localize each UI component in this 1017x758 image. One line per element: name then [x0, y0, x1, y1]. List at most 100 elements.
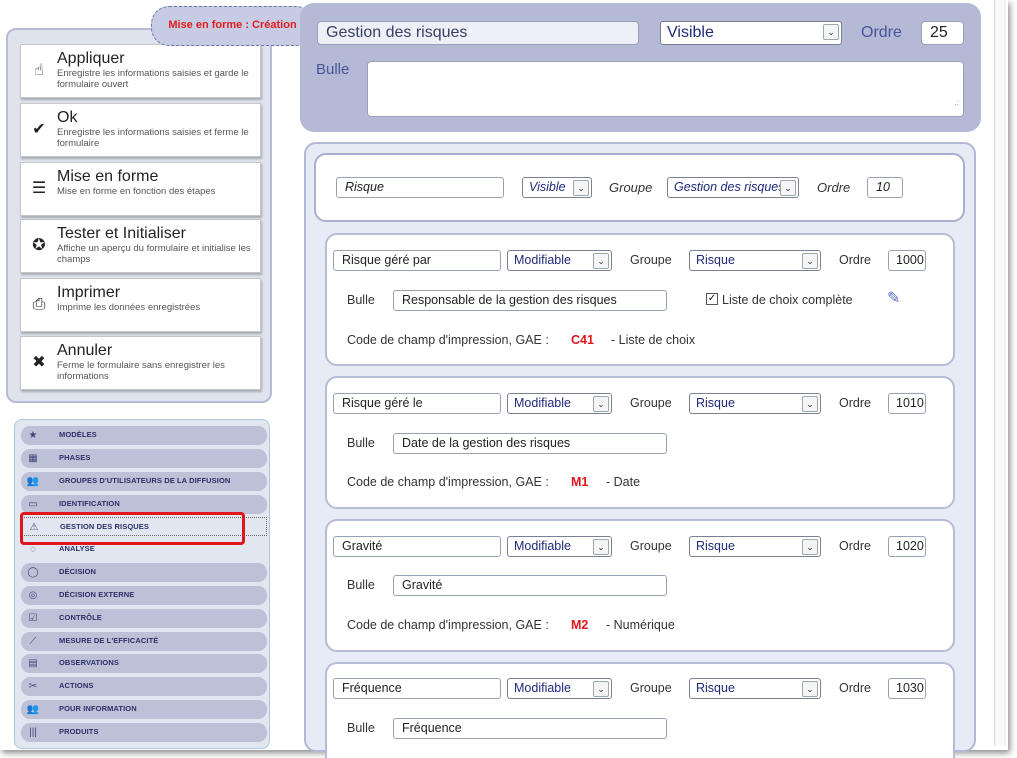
chevron-down-icon[interactable]: ⌄	[573, 180, 589, 196]
field-mode-select[interactable]: Modifiable ⌄	[507, 678, 612, 699]
nav-item-efficiency[interactable]: ⟋ Mesure de l'efficacité	[21, 632, 267, 651]
nav-item-models[interactable]: ★ Modèles	[21, 426, 267, 445]
field-bubble-input[interactable]: Gravité	[393, 575, 667, 596]
chevron-down-icon[interactable]: ⌄	[802, 539, 818, 555]
action-desc: Imprime les données enregistrées	[57, 302, 201, 313]
apply-button[interactable]: ☝ Appliquer Enregistre les informations …	[20, 44, 261, 98]
nav-item-decision[interactable]: ◯ Décision	[21, 563, 267, 582]
edit-icon[interactable]: ✎	[887, 290, 907, 308]
action-desc: Enregistre les informations saisies et f…	[57, 127, 249, 149]
nav-item-products[interactable]: ||| Produits	[21, 723, 267, 742]
group-name-input[interactable]: Risque	[336, 177, 504, 198]
action-panel: ☝ Appliquer Enregistre les informations …	[6, 28, 272, 403]
print-code-label: Code de champ d'impression, GAE :	[347, 475, 549, 489]
group-order-input[interactable]: 10	[867, 177, 903, 198]
section-order-input[interactable]: 25	[921, 21, 964, 45]
group-label: Groupe	[609, 180, 653, 195]
checkbox-icon: ☑	[28, 613, 38, 624]
complete-list-label: Liste de choix complète	[722, 293, 853, 307]
field-mode-select[interactable]: Modifiable ⌄	[507, 250, 612, 271]
chevron-down-icon[interactable]: ⌄	[802, 253, 818, 269]
field-bubble-label: Bulle	[347, 721, 375, 735]
section-order-label: Ordre	[861, 24, 902, 41]
complete-list-checkbox[interactable]: ✓	[706, 293, 718, 305]
group-icon: 👥	[26, 704, 40, 715]
resize-handle-icon[interactable]: .:	[955, 92, 959, 114]
field-name-input[interactable]: Gravité	[333, 536, 501, 557]
field-group-label: Groupe	[630, 396, 672, 410]
nav-item-distribution-groups[interactable]: 👥 Groupes d'utilisateurs de la diffusion	[21, 472, 267, 491]
field-bubble-label: Bulle	[347, 293, 375, 307]
field-group-select[interactable]: Risque ⌄	[689, 536, 821, 557]
chevron-down-icon[interactable]: ⌄	[593, 681, 609, 697]
list-icon: ☰	[31, 180, 47, 197]
field-name-input[interactable]: Risque géré par	[333, 250, 501, 271]
test-initialize-button[interactable]: ✪ Tester et Initialiser Affiche un aperç…	[20, 219, 261, 273]
nav-item-control[interactable]: ☑ Contrôle	[21, 609, 267, 628]
nav-item-external-decision[interactable]: ◎ Décision externe	[21, 586, 267, 605]
comment-icon: ◯	[27, 567, 39, 578]
barcode-icon: |||	[29, 727, 37, 738]
field-order-input[interactable]: 1030	[888, 678, 926, 699]
action-title: Annuler	[57, 342, 113, 359]
scrollbar-thumb[interactable]	[996, 0, 1004, 746]
nav-item-actions[interactable]: ✂ Actions	[21, 677, 267, 696]
ok-button[interactable]: ✔ Ok Enregistre les informations saisies…	[20, 103, 261, 157]
field-order-input[interactable]: 1020	[888, 536, 926, 557]
field-name-input[interactable]: Risque géré le	[333, 393, 501, 414]
nav-item-for-information[interactable]: 👥 Pour information	[21, 700, 267, 719]
print-button[interactable]: ⎙ Imprimer Imprime les données enregistr…	[20, 278, 261, 332]
field-group-label: Groupe	[630, 539, 672, 553]
action-title: Tester et Initialiser	[57, 225, 186, 242]
action-desc: Affiche un aperçu du formulaire et initi…	[57, 243, 251, 265]
field-order-label: Ordre	[839, 539, 871, 553]
action-desc: Enregistre les informations saisies et g…	[57, 68, 249, 90]
chevron-down-icon[interactable]: ⌄	[593, 396, 609, 412]
print-icon: ⎙	[32, 296, 46, 313]
chevron-down-icon[interactable]: ⌄	[823, 24, 839, 40]
field-bubble-input[interactable]: Fréquence	[393, 718, 667, 739]
field-mode-select[interactable]: Modifiable ⌄	[507, 393, 612, 414]
group-parent-select[interactable]: Gestion des risques ⌄	[667, 177, 799, 198]
close-icon: ✖	[32, 354, 46, 371]
field-bubble-input[interactable]: Date de la gestion des risques	[393, 433, 667, 454]
highlight-frame	[20, 512, 245, 545]
layout-button[interactable]: ☰ Mise en forme Mise en forme en fonctio…	[20, 162, 261, 216]
field-mode-select[interactable]: Modifiable ⌄	[507, 536, 612, 557]
group-visibility-select[interactable]: Visible ⌄	[522, 177, 592, 198]
check-icon: ✔	[32, 121, 46, 138]
chevron-down-icon[interactable]: ⌄	[802, 396, 818, 412]
nav-item-observations[interactable]: ▤ Observations	[21, 654, 267, 673]
chevron-down-icon[interactable]: ⌄	[593, 253, 609, 269]
field-bubble-label: Bulle	[347, 436, 375, 450]
chevron-down-icon[interactable]: ⌄	[780, 180, 796, 196]
field-bubble-input[interactable]: Responsable de la gestion des risques	[393, 290, 667, 311]
field-name-input[interactable]: Fréquence	[333, 678, 501, 699]
chevron-down-icon[interactable]: ⌄	[802, 681, 818, 697]
field-group-select[interactable]: Risque ⌄	[689, 393, 821, 414]
action-title: Ok	[57, 109, 78, 126]
field-order-label: Ordre	[839, 681, 871, 695]
field-group-select[interactable]: Risque ⌄	[689, 250, 821, 271]
section-bubble-textarea[interactable]: .:	[367, 61, 964, 117]
star-icon: ★	[28, 430, 38, 441]
cancel-button[interactable]: ✖ Annuler Ferme le formulaire sans enreg…	[20, 336, 261, 390]
action-title: Appliquer	[57, 50, 125, 67]
print-code-label: Code de champ d'impression, GAE :	[347, 333, 549, 347]
comments-icon: ◎	[28, 590, 38, 601]
action-title: Mise en forme	[57, 168, 159, 185]
field-order-input[interactable]: 1010	[888, 393, 926, 414]
nav-item-phases[interactable]: ▦ Phases	[21, 449, 267, 468]
field-group-label: Groupe	[630, 681, 672, 695]
section-title-input[interactable]: Gestion des risques	[317, 21, 639, 45]
print-code-label: Code de champ d'impression, GAE :	[347, 618, 549, 632]
field-order-label: Ordre	[839, 396, 871, 410]
chevron-down-icon[interactable]: ⌄	[593, 539, 609, 555]
action-desc: Mise en forme en fonction des étapes	[57, 186, 216, 197]
group-order-label: Ordre	[817, 180, 851, 195]
field-bubble-label: Bulle	[347, 578, 375, 592]
section-visibility-select[interactable]: Visible ⌄	[660, 21, 842, 45]
field-type-label: - Date	[606, 475, 641, 489]
field-group-select[interactable]: Risque ⌄	[689, 678, 821, 699]
field-order-input[interactable]: 1000	[888, 250, 926, 271]
